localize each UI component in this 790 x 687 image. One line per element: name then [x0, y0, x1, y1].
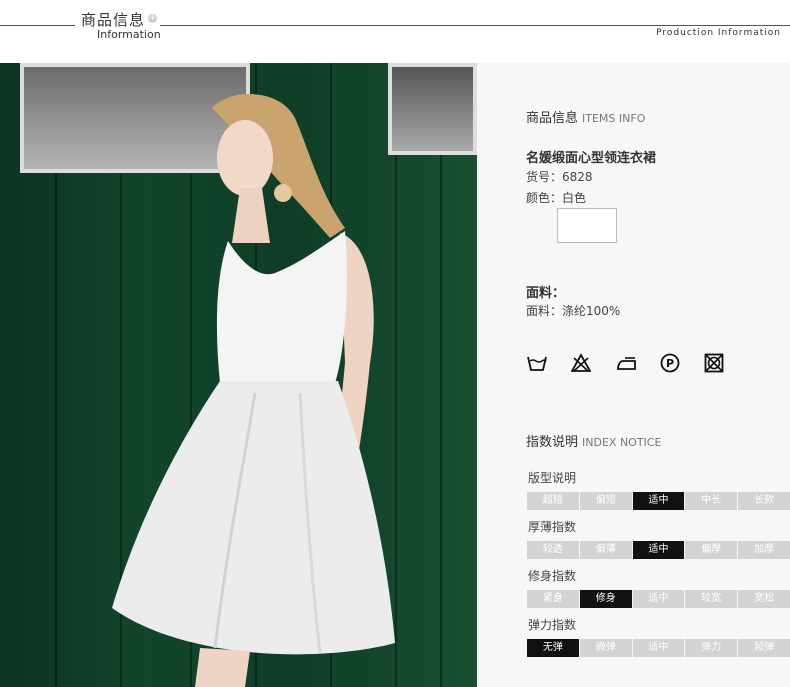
product-photo	[0, 63, 477, 687]
index-notice-title-cn: 指数说明	[526, 435, 579, 450]
index-row-fit: 紧身 修身 适中 较宽 宽松	[527, 590, 790, 608]
index-option: 偏厚	[685, 541, 738, 559]
index-label-fit: 修身指数	[528, 569, 577, 583]
svg-text:P: P	[666, 357, 674, 370]
index-option: 长款	[738, 492, 790, 510]
dry-clean-p-icon: P	[660, 353, 680, 373]
header-title: 商品信息	[81, 11, 146, 29]
items-info-title-en: ITEMS INFO	[582, 112, 646, 125]
index-option-selected: 修身	[579, 590, 632, 608]
index-row-stretch: 无弹 微弹 适中 弹力 超弹	[527, 639, 790, 657]
index-row-length: 超短 偏短 适中 中长 长款	[527, 492, 790, 510]
index-option: 较宽	[685, 590, 738, 608]
index-option: 微弹	[579, 639, 632, 657]
index-option: 中长	[685, 492, 738, 510]
header-subtitle: Information	[97, 28, 161, 41]
index-notice-title: 指数说明 INDEX NOTICE	[526, 431, 661, 450]
index-option: 超弹	[738, 639, 790, 657]
index-option: 超短	[527, 492, 579, 510]
fabric-heading: 面料：	[526, 286, 566, 301]
fabric-value: 面料：涤纶100%	[526, 304, 621, 318]
product-name: 名媛缎面心型领连衣裙	[526, 151, 657, 166]
header-rule-left	[0, 25, 75, 26]
index-option: 适中	[632, 590, 685, 608]
index-row-thickness: 较透 偏薄 适中 偏厚 加厚	[527, 541, 790, 559]
wash-tub-icon	[527, 356, 547, 371]
header-rule-right	[160, 25, 790, 26]
index-notice-title-en: INDEX NOTICE	[582, 436, 662, 449]
index-label-thickness: 厚薄指数	[528, 520, 577, 534]
index-option-selected: 适中	[632, 492, 685, 510]
no-tumble-dry-icon	[704, 353, 724, 373]
index-option: 紧身	[527, 590, 579, 608]
index-label-stretch: 弹力指数	[528, 618, 577, 632]
no-bleach-icon	[571, 353, 591, 372]
index-option-selected: 无弹	[527, 639, 579, 657]
iron-icon	[617, 357, 636, 370]
index-option: 适中	[632, 639, 685, 657]
index-option: 较透	[527, 541, 579, 559]
index-label-length: 版型说明	[528, 471, 577, 485]
index-option: 加厚	[738, 541, 790, 559]
items-info-title: 商品信息 ITEMS INFO	[526, 107, 645, 126]
product-color: 颜色：白色	[526, 191, 587, 205]
index-option: 偏短	[579, 492, 632, 510]
items-info-title-cn: 商品信息	[526, 111, 579, 126]
header-right-text: Production Information	[656, 28, 781, 38]
product-sku: 货号：6828	[526, 170, 593, 184]
color-swatch[interactable]	[557, 208, 617, 243]
index-option: 弹力	[685, 639, 738, 657]
index-option-selected: 适中	[632, 541, 685, 559]
plus-icon: +	[148, 13, 157, 23]
index-option: 偏薄	[579, 541, 632, 559]
index-option: 宽松	[738, 590, 790, 608]
model-figure	[112, 94, 395, 687]
